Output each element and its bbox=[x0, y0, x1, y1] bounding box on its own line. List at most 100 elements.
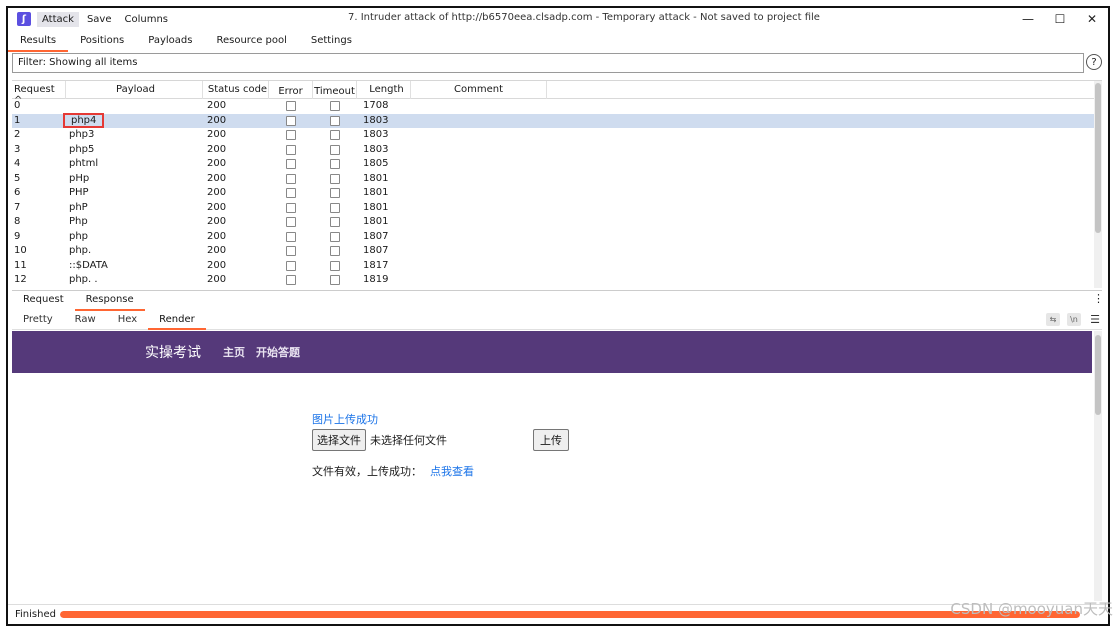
col-error[interactable]: Error bbox=[269, 81, 313, 99]
tab-payloads[interactable]: Payloads bbox=[136, 32, 204, 52]
col-request[interactable]: Request ^ bbox=[12, 81, 66, 106]
table-row[interactable]: 8 Php 200 1801 bbox=[12, 215, 1102, 230]
render-scrollbar[interactable] bbox=[1094, 331, 1102, 601]
cell-error bbox=[269, 215, 313, 230]
error-checkbox bbox=[286, 231, 296, 242]
nav-link-start-quiz[interactable]: 开始答题 bbox=[256, 344, 300, 360]
col-timeout[interactable]: Timeout bbox=[313, 81, 357, 99]
table-body: 0 200 1708 1 php4 200 1803 2 php3 200 1803 3 php5 200… bbox=[12, 99, 1102, 288]
cell-status: 200 bbox=[203, 186, 269, 201]
cell-length-text: 1807 bbox=[363, 245, 389, 256]
cell-timeout bbox=[313, 201, 357, 216]
table-row[interactable]: 12 php. . 200 1819 bbox=[12, 273, 1102, 288]
cell-status: 200 bbox=[203, 259, 269, 274]
col-payload[interactable]: Payload bbox=[66, 81, 203, 99]
table-scrollbar[interactable] bbox=[1094, 81, 1102, 288]
error-checkbox bbox=[286, 217, 296, 228]
cell-error bbox=[269, 99, 313, 114]
cell-length: 1801 bbox=[357, 215, 411, 230]
table-row[interactable]: 4 phtml 200 1805 bbox=[12, 157, 1102, 172]
cell-length-text: 1708 bbox=[363, 100, 389, 111]
menu-columns[interactable]: Columns bbox=[119, 12, 173, 27]
table-row[interactable]: 3 php5 200 1803 bbox=[12, 143, 1102, 158]
cell-payload-text: ::$DATA bbox=[69, 259, 108, 271]
tab-results[interactable]: Results bbox=[8, 32, 69, 52]
table-row[interactable]: 0 200 1708 bbox=[12, 99, 1102, 114]
cell-comment bbox=[411, 273, 547, 288]
table-scroll-thumb[interactable] bbox=[1095, 83, 1101, 233]
tab-positions[interactable]: Positions bbox=[68, 32, 136, 52]
cell-length-text: 1803 bbox=[363, 143, 389, 155]
tab-settings[interactable]: Settings bbox=[299, 32, 364, 52]
cell-length-text: 1805 bbox=[363, 158, 389, 169]
render-pane: 实操考试 主页 开始答题 图片上传成功 选择文件 未选择任何文件 上传 文件有效… bbox=[12, 331, 1092, 601]
table-row[interactable]: 5 pHp 200 1801 bbox=[12, 172, 1102, 187]
burp-intruder-window: ʃ Attack Save Columns 7. Intruder attack… bbox=[6, 6, 1110, 626]
cell-payload: php3 bbox=[66, 128, 203, 143]
word-wrap-icon[interactable]: ⇆ bbox=[1046, 313, 1060, 326]
cell-status-text: 200 bbox=[207, 259, 227, 271]
cell-request-text: 5 bbox=[14, 172, 21, 184]
cell-comment bbox=[411, 215, 547, 230]
cell-comment bbox=[411, 186, 547, 201]
table-row[interactable]: 10 php. 200 1807 bbox=[12, 244, 1102, 259]
cell-comment bbox=[411, 128, 547, 143]
table-row[interactable]: 6 PHP 200 1801 bbox=[12, 186, 1102, 201]
table-row[interactable]: 11::$DATA 200 1817 bbox=[12, 259, 1102, 274]
view-file-link[interactable]: 点我查看 bbox=[430, 465, 474, 478]
cell-request: 3 bbox=[12, 143, 66, 158]
col-comment[interactable]: Comment bbox=[411, 81, 547, 99]
filter-bar[interactable]: Filter: Showing all items bbox=[12, 53, 1084, 73]
upload-button[interactable]: 上传 bbox=[533, 429, 569, 451]
cell-length-text: 1803 bbox=[363, 129, 389, 140]
table-row[interactable]: 9 php 200 1807 bbox=[12, 230, 1102, 245]
newline-icon[interactable]: \n bbox=[1067, 313, 1081, 326]
more-options-icon[interactable]: ⋮ bbox=[1093, 292, 1104, 305]
cell-timeout bbox=[313, 172, 357, 187]
cell-status-text: 200 bbox=[207, 114, 227, 126]
tab-render[interactable]: Render bbox=[148, 312, 206, 330]
view-toolbar: ⇆ \n ☰ bbox=[1039, 313, 1102, 326]
close-icon[interactable]: ✕ bbox=[1076, 8, 1108, 30]
help-icon[interactable]: ? bbox=[1086, 54, 1102, 70]
cell-error bbox=[269, 186, 313, 201]
cell-length-text: 1817 bbox=[363, 259, 389, 271]
cell-status: 200 bbox=[203, 99, 269, 114]
tab-request[interactable]: Request bbox=[12, 291, 75, 311]
choose-file-button[interactable]: 选择文件 bbox=[312, 429, 366, 451]
cell-request: 11 bbox=[12, 259, 66, 274]
render-scroll-thumb[interactable] bbox=[1095, 335, 1101, 415]
nav-link-home[interactable]: 主页 bbox=[223, 344, 245, 360]
error-checkbox bbox=[286, 188, 296, 199]
cell-comment bbox=[411, 259, 547, 274]
maximize-icon[interactable]: ☐ bbox=[1044, 8, 1076, 30]
cell-error bbox=[269, 157, 313, 172]
minimize-icon[interactable]: — bbox=[1012, 8, 1044, 30]
progress-bar bbox=[60, 611, 1080, 618]
cell-status: 200 bbox=[203, 143, 269, 158]
table-row[interactable]: 2 php3 200 1803 bbox=[12, 128, 1102, 143]
cell-length-text: 1801 bbox=[363, 216, 389, 227]
timeout-checkbox bbox=[330, 231, 340, 242]
table-row[interactable]: 7 phP 200 1801 bbox=[12, 201, 1102, 216]
hamburger-menu-icon[interactable]: ☰ bbox=[1088, 313, 1102, 326]
tab-raw[interactable]: Raw bbox=[64, 312, 107, 330]
cell-request: 12 bbox=[12, 273, 66, 288]
col-status-code[interactable]: Status code bbox=[203, 81, 269, 99]
cell-timeout bbox=[313, 157, 357, 172]
menu-attack[interactable]: Attack bbox=[37, 11, 79, 27]
cell-status-text: 200 bbox=[207, 187, 227, 198]
tab-response[interactable]: Response bbox=[74, 291, 145, 311]
col-length[interactable]: Length bbox=[357, 81, 411, 99]
tab-resource-pool[interactable]: Resource pool bbox=[204, 32, 298, 52]
site-brand[interactable]: 实操考试 bbox=[145, 342, 201, 362]
tab-pretty[interactable]: Pretty bbox=[12, 312, 64, 330]
error-checkbox bbox=[286, 246, 296, 257]
cell-payload-text: pHp bbox=[69, 172, 90, 184]
status-text: Finished bbox=[15, 609, 56, 620]
cell-request: 7 bbox=[12, 201, 66, 216]
tab-hex[interactable]: Hex bbox=[107, 312, 148, 330]
table-row[interactable]: 1 php4 200 1803 bbox=[12, 112, 1102, 128]
cell-status: 200 bbox=[203, 215, 269, 230]
menu-save[interactable]: Save bbox=[82, 12, 117, 27]
